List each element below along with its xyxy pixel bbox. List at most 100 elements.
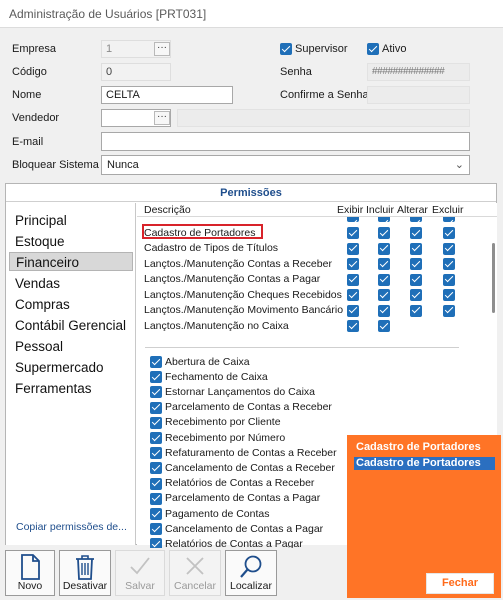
permission-exibir-checkbox[interactable] — [347, 304, 359, 317]
checklist-checkbox[interactable] — [150, 416, 162, 429]
vendedor-lookup-button[interactable]: ··· — [154, 111, 170, 125]
permission-row-label[interactable]: Lançtos./Manutenção Movimento Bancário — [144, 304, 343, 316]
empresa-lookup-button[interactable]: ··· — [154, 42, 170, 56]
checklist-checkbox[interactable] — [150, 386, 162, 399]
supervisor-checkbox[interactable] — [280, 43, 292, 55]
partial-checkbox — [410, 217, 422, 222]
permission-incluir-checkbox[interactable] — [378, 304, 390, 317]
checklist-label: Abertura de Caixa — [165, 355, 250, 368]
checklist-label: Fechamento de Caixa — [165, 370, 268, 383]
col-incluir: Incluir — [366, 204, 395, 216]
partial-checkbox — [378, 217, 390, 222]
checklist-checkbox[interactable] — [150, 356, 162, 368]
new-document-icon — [21, 554, 40, 580]
permission-alterar-checkbox[interactable] — [410, 273, 422, 286]
permission-incluir-checkbox[interactable] — [378, 320, 390, 332]
bloquear-label: Bloquear Sistema — [12, 159, 99, 171]
cancelar-label: Cancelar — [173, 580, 217, 592]
nome-field[interactable]: CELTA — [101, 86, 233, 104]
permission-row-label[interactable]: Lançtos./Manutenção Cheques Recebidos — [144, 289, 342, 301]
checklist-checkbox[interactable] — [150, 523, 162, 536]
permission-exibir-checkbox[interactable] — [347, 227, 359, 239]
permission-incluir-checkbox[interactable] — [378, 258, 390, 270]
category-item-estoque[interactable]: Estoque — [9, 232, 133, 251]
desativar-button[interactable]: Desativar — [59, 550, 111, 596]
popup-search-text[interactable]: Cadastro de Portadores — [354, 441, 495, 454]
permission-row-label[interactable]: Lançtos./Manutenção no Caixa — [144, 320, 289, 332]
checklist-label: Relatórios de Contas a Receber — [165, 477, 315, 490]
codigo-field: 0 — [101, 63, 171, 81]
partial-checkbox — [443, 217, 455, 222]
checklist-label: Recebimento por Número — [165, 431, 286, 444]
col-descricao: Descrição — [144, 204, 191, 216]
checklist-checkbox[interactable] — [150, 401, 162, 414]
permission-incluir-checkbox[interactable] — [378, 242, 390, 255]
category-list: Principal Estoque Financeiro Vendas Comp… — [6, 203, 136, 545]
checklist-label: Parcelamento de Contas a Pagar — [165, 492, 321, 505]
permission-excluir-checkbox[interactable] — [443, 289, 455, 301]
fechar-button[interactable]: Fechar — [426, 573, 494, 594]
email-field[interactable] — [101, 132, 470, 151]
empresa-label: Empresa — [12, 43, 57, 55]
permission-row-label[interactable]: Lançtos./Manutenção Contas a Receber — [144, 258, 332, 270]
permission-excluir-checkbox[interactable] — [443, 258, 455, 270]
category-item-compras[interactable]: Compras — [9, 295, 133, 314]
cancelar-button[interactable]: Cancelar — [169, 550, 221, 596]
permission-alterar-checkbox[interactable] — [410, 258, 422, 270]
checklist-checkbox[interactable] — [150, 432, 162, 444]
permission-row-label[interactable]: Lançtos./Manutenção Contas a Pagar — [144, 273, 320, 285]
permission-alterar-checkbox[interactable] — [410, 304, 422, 317]
supervisor-label: Supervisor — [295, 43, 348, 55]
permission-excluir-checkbox[interactable] — [443, 273, 455, 286]
permission-exibir-checkbox[interactable] — [347, 242, 359, 255]
permission-exibir-checkbox[interactable] — [347, 258, 359, 270]
permission-excluir-checkbox[interactable] — [443, 304, 455, 317]
bloquear-select[interactable]: Nunca ⌄ — [101, 155, 470, 175]
confirme-senha-field[interactable] — [367, 86, 470, 104]
category-item-ferramentas[interactable]: Ferramentas — [9, 379, 133, 398]
check-icon — [130, 557, 150, 575]
bloquear-value: Nunca — [107, 159, 139, 171]
copy-permissions-link[interactable]: Copiar permissões de... — [16, 521, 127, 533]
category-item-supermercado[interactable]: Supermercado — [9, 358, 133, 377]
permission-exibir-checkbox[interactable] — [347, 289, 359, 301]
permission-excluir-checkbox[interactable] — [443, 242, 455, 255]
vertical-scrollbar[interactable] — [492, 243, 495, 313]
category-item-contabil-gerencial[interactable]: Contábil Gerencial — [9, 316, 133, 335]
checklist-label: Refaturamento de Contas a Receber — [165, 446, 337, 459]
checklist-checkbox[interactable] — [150, 508, 162, 520]
col-excluir: Excluir — [432, 204, 464, 216]
salvar-button[interactable]: Salvar — [115, 550, 165, 596]
checklist-label: Parcelamento de Contas a Receber — [165, 401, 332, 414]
novo-button[interactable]: Novo — [5, 550, 55, 596]
checklist-checkbox[interactable] — [150, 371, 162, 384]
checklist-checkbox[interactable] — [150, 447, 162, 460]
checklist-label: Recebimento por Cliente — [165, 416, 281, 429]
checklist-checkbox[interactable] — [150, 477, 162, 490]
permission-row-label[interactable]: Cadastro de Tipos de Títulos — [144, 242, 278, 254]
search-popup: Cadastro de Portadores Cadastro de Porta… — [347, 435, 501, 598]
popup-result-item[interactable]: Cadastro de Portadores — [354, 457, 495, 470]
checklist-checkbox[interactable] — [150, 492, 162, 505]
category-item-principal[interactable]: Principal — [9, 211, 133, 230]
category-item-pessoal[interactable]: Pessoal — [9, 337, 133, 356]
permission-alterar-checkbox[interactable] — [410, 242, 422, 255]
permission-excluir-checkbox[interactable] — [443, 227, 455, 239]
permission-exibir-checkbox[interactable] — [347, 320, 359, 332]
permission-incluir-checkbox[interactable] — [378, 273, 390, 286]
permission-exibir-checkbox[interactable] — [347, 273, 359, 286]
permissoes-title: Permissões — [6, 184, 496, 202]
trash-icon — [76, 555, 94, 580]
category-item-vendas[interactable]: Vendas — [9, 274, 133, 293]
localizar-button[interactable]: Localizar — [225, 550, 277, 596]
desativar-label: Desativar — [62, 580, 108, 592]
checklist-checkbox[interactable] — [150, 462, 162, 475]
permission-incluir-checkbox[interactable] — [378, 289, 390, 301]
nome-label: Nome — [12, 89, 42, 101]
permission-alterar-checkbox[interactable] — [410, 289, 422, 301]
category-item-financeiro[interactable]: Financeiro — [9, 252, 133, 271]
senha-field[interactable]: ############## — [367, 63, 470, 81]
permission-incluir-checkbox[interactable] — [378, 227, 390, 239]
permission-alterar-checkbox[interactable] — [410, 227, 422, 239]
ativo-checkbox[interactable] — [367, 43, 379, 55]
